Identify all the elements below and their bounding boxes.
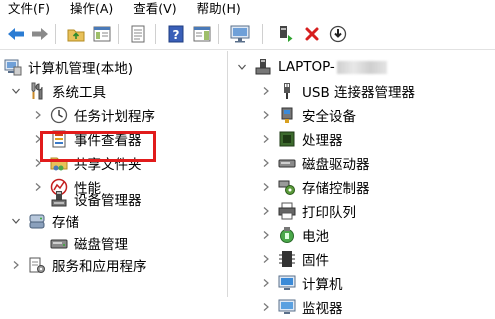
print-queue-icon	[278, 202, 296, 220]
device-category-processor[interactable]: 处理器	[260, 127, 343, 151]
scan-hardware-icon[interactable]	[328, 25, 348, 43]
device-manager-icon	[50, 190, 68, 208]
device-category-print-queues[interactable]: 打印队列	[260, 199, 356, 223]
tree-item-computer-management[interactable]: 计算机管理(本地)	[4, 55, 133, 79]
back-arrow-icon[interactable]	[6, 25, 26, 43]
tree-item-disk-management[interactable]: 磁盘管理	[50, 231, 128, 255]
chevron-down-icon[interactable]	[236, 61, 248, 73]
device-category-battery[interactable]: 电池	[260, 223, 329, 247]
battery-icon	[278, 226, 296, 244]
tree-item-device-manager[interactable]: 设备管理器	[50, 187, 142, 211]
action-pane-icon[interactable]	[192, 25, 212, 43]
update-driver-icon[interactable]	[276, 25, 296, 43]
menu-bar: 文件(F) 操作(A) 查看(V) 帮助(H)	[0, 0, 495, 18]
menu-action[interactable]: 操作(A)	[58, 0, 121, 18]
device-category-storage-controllers[interactable]: 存储控制器	[260, 175, 370, 199]
menu-help[interactable]: 帮助(H)	[185, 0, 249, 18]
tree-label: 任务计划程序	[74, 109, 155, 125]
tree-label: 设备管理器	[74, 193, 142, 209]
laptop-icon	[254, 58, 272, 76]
processor-icon	[278, 130, 296, 148]
svg-text:?: ?	[173, 28, 180, 42]
device-category-label: 安全设备	[302, 109, 356, 125]
tree-item-system-tools[interactable]: 系统工具	[10, 79, 106, 103]
usb-connector-icon	[278, 82, 296, 100]
tree-item-services-apps[interactable]: 服务和应用程序	[10, 253, 147, 277]
tree-label: 服务和应用程序	[52, 259, 147, 275]
properties-icon[interactable]	[128, 25, 148, 43]
device-tree-root[interactable]: LAPTOP-	[236, 55, 387, 79]
chevron-right-icon[interactable]	[260, 133, 272, 145]
device-category-disk-drives[interactable]: 磁盘驱动器	[260, 151, 370, 175]
device-category-label: 打印队列	[302, 205, 356, 221]
chevron-right-icon[interactable]	[260, 301, 272, 313]
tools-icon	[28, 82, 46, 100]
security-device-icon	[278, 106, 296, 124]
device-category-label: 固件	[302, 253, 329, 269]
device-category-firmware[interactable]: 固件	[260, 247, 329, 271]
navigation-tree-pane: 计算机管理(本地) 系统工具 任务计划程序 事件查看器 共享文件夹 性能 设备管…	[0, 51, 228, 297]
disk-management-icon	[50, 234, 68, 252]
toolbar-separator	[55, 24, 56, 44]
chevron-right-icon[interactable]	[260, 229, 272, 241]
forward-arrow-icon[interactable]	[30, 25, 50, 43]
up-folder-icon[interactable]	[66, 25, 86, 43]
chevron-down-icon[interactable]	[10, 85, 22, 97]
device-category-monitors[interactable]: 监视器	[260, 295, 343, 319]
chevron-right-icon[interactable]	[32, 181, 44, 193]
device-category-label: 电池	[302, 229, 329, 245]
toolbar-separator	[118, 24, 119, 44]
chevron-right-icon[interactable]	[260, 109, 272, 121]
device-category-usb[interactable]: USB 连接器管理器	[260, 79, 415, 103]
disk-drive-icon	[278, 154, 296, 172]
computer-name: LAPTOP-	[278, 59, 335, 75]
chevron-right-icon[interactable]	[260, 181, 272, 193]
storage-controller-icon	[278, 178, 296, 196]
menu-view[interactable]: 查看(V)	[121, 0, 184, 18]
device-tree-pane: LAPTOP- USB 连接器管理器 安全设备 处理器 磁盘驱动器 存储控制器 …	[232, 51, 495, 317]
firmware-icon	[278, 250, 296, 268]
chevron-right-icon[interactable]	[260, 277, 272, 289]
tree-label: 磁盘管理	[74, 237, 128, 253]
tree-item-task-scheduler[interactable]: 任务计划程序	[32, 103, 155, 127]
device-category-label: USB 连接器管理器	[302, 85, 416, 101]
toolbar-separator	[155, 24, 156, 44]
redacted-name	[336, 60, 387, 74]
tree-label: 系统工具	[52, 85, 106, 101]
menu-file[interactable]: 文件(F)	[0, 0, 58, 18]
highlight-box	[40, 131, 156, 162]
toolbar: ?	[0, 18, 495, 50]
chevron-right-icon[interactable]	[10, 259, 22, 271]
clock-icon	[50, 106, 68, 124]
chevron-down-icon[interactable]	[10, 215, 22, 227]
tree-label: 存储	[52, 215, 79, 231]
device-category-label: 监视器	[302, 301, 343, 317]
device-category-label: 处理器	[302, 133, 343, 149]
toolbar-separator	[262, 24, 263, 44]
chevron-right-icon[interactable]	[260, 157, 272, 169]
device-category-computer[interactable]: 计算机	[260, 271, 343, 295]
computer-icon	[278, 274, 296, 292]
uninstall-icon[interactable]	[302, 25, 322, 43]
chevron-right-icon[interactable]	[260, 205, 272, 217]
monitor-icon[interactable]	[230, 25, 250, 43]
tree-item-storage[interactable]: 存储	[10, 209, 79, 233]
computer-management-icon	[4, 58, 22, 76]
device-category-label: 计算机	[302, 277, 343, 293]
device-category-security[interactable]: 安全设备	[260, 103, 356, 127]
device-category-label: 存储控制器	[302, 181, 370, 197]
services-icon	[28, 256, 46, 274]
chevron-right-icon[interactable]	[260, 85, 272, 97]
chevron-right-icon[interactable]	[32, 109, 44, 121]
toolbar-separator	[218, 24, 219, 44]
storage-icon	[28, 212, 46, 230]
chevron-right-icon[interactable]	[260, 253, 272, 265]
tree-label: 计算机管理(本地)	[28, 61, 134, 77]
device-category-label: 磁盘驱动器	[302, 157, 370, 173]
monitor-icon	[278, 298, 296, 316]
help-icon[interactable]: ?	[166, 25, 186, 43]
show-hide-tree-icon[interactable]	[92, 25, 112, 43]
